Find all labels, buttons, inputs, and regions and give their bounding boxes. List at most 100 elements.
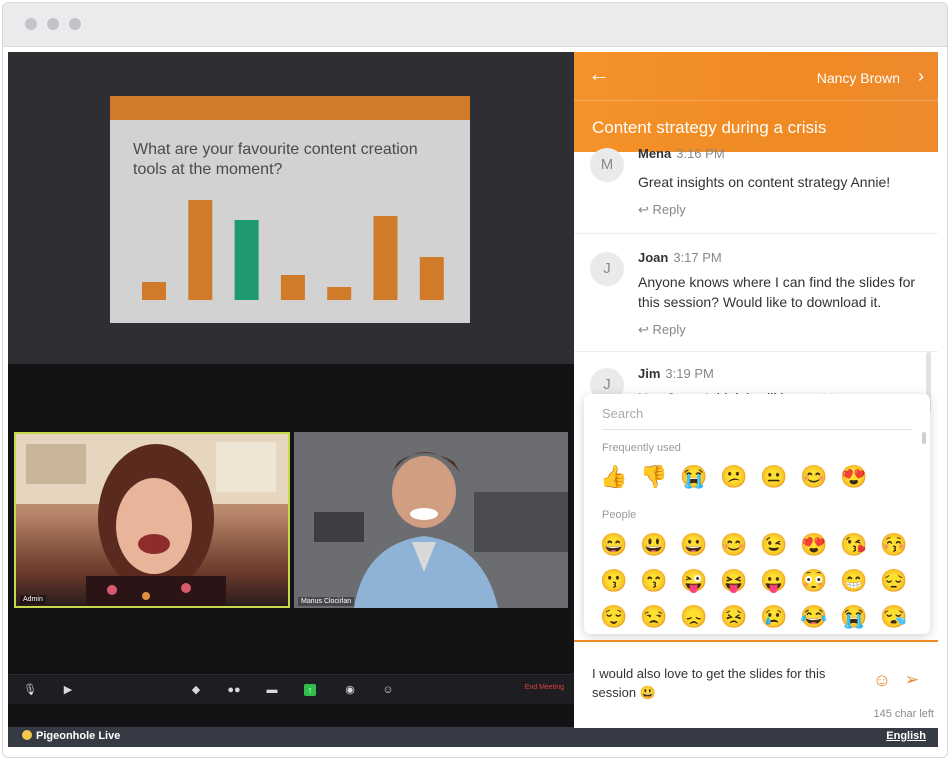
poll-bar [373, 216, 398, 300]
poll-bar [280, 275, 305, 300]
emoji-option[interactable]: 😊 [720, 530, 760, 560]
window-zoom-dot[interactable] [69, 18, 81, 30]
microphone-icon[interactable]: 🎙 [22, 682, 38, 698]
emoji-option[interactable]: 😢 [760, 602, 800, 632]
poll-bar [142, 282, 166, 300]
participant-name-label: Marius Clocirlan [298, 597, 355, 606]
host-name[interactable]: Nancy Brown [817, 70, 900, 86]
video-area: Admin Marius Clocirlan 🎙 ▶ ◆ ●● ▬ ↑ ◉ ☺ … [8, 364, 574, 728]
emoji-option[interactable]: 😞 [680, 602, 720, 632]
emoji-option[interactable]: 😁 [840, 566, 880, 596]
frequently-used-row: 👍 👎 😭 😕 😐 😊 😍 [600, 462, 880, 492]
security-shield-icon[interactable]: ◆ [188, 682, 204, 698]
chat-icon[interactable]: ▬ [264, 682, 280, 698]
send-icon[interactable]: ➢ [902, 670, 922, 690]
emoji-option[interactable]: 😝 [720, 566, 760, 596]
poll-slide: What are your favourite content creation… [110, 96, 470, 323]
emoji-option[interactable]: 😔 [880, 566, 920, 596]
emoji-option[interactable]: 😛 [760, 566, 800, 596]
pigeonhole-logo-icon [22, 730, 32, 740]
emoji-option[interactable]: 😭 [840, 602, 880, 632]
poll-bar [327, 287, 352, 300]
emoji-option[interactable]: 😃 [640, 530, 680, 560]
emoji-option[interactable]: 😌 [600, 602, 640, 632]
emoji-scrollbar[interactable] [922, 432, 926, 444]
emoji-option[interactable]: 😚 [880, 530, 920, 560]
brand[interactable]: Pigeonhole Live [22, 730, 120, 742]
author-name: Jim [638, 366, 661, 381]
emoji-option[interactable]: 😘 [840, 530, 880, 560]
participant-video-admin [16, 434, 288, 606]
brand-name: Pigeonhole Live [36, 730, 121, 742]
emoji-option[interactable]: 😊 [800, 462, 840, 492]
author-name: Mena [638, 146, 672, 161]
emoji-option[interactable]: 👎 [640, 462, 680, 492]
end-meeting-button[interactable]: End Meeting [525, 684, 564, 691]
people-row: 😄 😃 😀 😊 😉 😍 😘 😚 [600, 530, 920, 560]
reply-button[interactable]: ↩ Reply [638, 322, 686, 338]
bottom-bar: Pigeonhole Live English [8, 727, 938, 747]
window-minimize-dot[interactable] [47, 18, 59, 30]
message-input[interactable]: I would also love to get the slides for … [592, 664, 852, 702]
session-title: Content strategy during a crisis [592, 118, 827, 137]
message-author: Joan 3:17 PM [638, 250, 722, 265]
emoji-option[interactable]: 😳 [800, 566, 840, 596]
emoji-option[interactable]: 😪 [880, 602, 920, 632]
poll-bar [234, 220, 259, 300]
window-titlebar [3, 3, 947, 47]
message-item: M Mena 3:16 PM Great insights on content … [574, 142, 938, 234]
language-link[interactable]: English [886, 730, 926, 742]
share-screen-icon[interactable]: ↑ [304, 684, 316, 696]
emoji-option[interactable]: 😗 [600, 566, 640, 596]
message-author: Jim 3:19 PM [638, 366, 714, 381]
emoji-option[interactable]: 😍 [840, 462, 880, 492]
participants-icon[interactable]: ●● [226, 682, 242, 698]
emoji-option[interactable]: 👍 [600, 462, 640, 492]
header-divider [574, 100, 938, 101]
window-close-dot[interactable] [25, 18, 37, 30]
message-text: Great insights on content strategy Annie… [638, 174, 891, 190]
message-item: J Joan 3:17 PM Anyone knows where I can f… [574, 234, 938, 352]
message-time: 3:19 PM [665, 366, 714, 381]
emoji-option[interactable]: 😄 [600, 530, 640, 560]
emoji-option[interactable]: 😣 [720, 602, 760, 632]
avatar: J [590, 252, 624, 286]
poll-bar [188, 200, 213, 300]
emoji-option[interactable]: 😜 [680, 566, 720, 596]
emoji-picker-icon[interactable]: ☺ [872, 670, 892, 690]
char-counter: 145 char left [873, 708, 934, 720]
video-tile-marius[interactable]: Marius Clocirlan [294, 432, 568, 608]
message-list: M Mena 3:16 PM Great insights on content … [574, 146, 938, 406]
reactions-icon[interactable]: ☺ [380, 682, 396, 698]
reply-label: Reply [652, 322, 686, 337]
emoji-search-input[interactable]: Search [602, 406, 912, 430]
poll-bar-chart [142, 200, 444, 300]
emoji-option[interactable]: 😉 [760, 530, 800, 560]
qna-panel: ← Nancy Brown › Content strategy during … [574, 52, 938, 728]
frequently-used-label: Frequently used [602, 442, 681, 454]
people-label: People [602, 509, 637, 521]
record-icon[interactable]: ◉ [342, 682, 358, 698]
participant-name-label: Admin [20, 595, 46, 604]
message-time: 3:16 PM [676, 146, 725, 161]
emoji-option[interactable]: 😐 [760, 462, 800, 492]
emoji-option[interactable]: 😍 [800, 530, 840, 560]
emoji-option[interactable]: 😭 [680, 462, 720, 492]
slide-area: What are your favourite content creation… [8, 52, 574, 362]
message-time: 3:17 PM [673, 250, 722, 265]
message-text: Anyone knows where I can find the slides… [638, 274, 916, 310]
emoji-option[interactable]: 😕 [720, 462, 760, 492]
back-arrow-icon[interactable]: ← [588, 63, 610, 85]
video-camera-icon[interactable]: ▶ [60, 682, 76, 698]
people-row: 😌 😒 😞 😣 😢 😂 😭 😪 [600, 602, 920, 632]
reply-button[interactable]: ↩ Reply [638, 202, 686, 218]
emoji-option[interactable]: 😂 [800, 602, 840, 632]
emoji-option[interactable]: 😀 [680, 530, 720, 560]
meeting-controls: 🎙 ▶ ◆ ●● ▬ ↑ ◉ ☺ End Meeting [8, 674, 574, 704]
avatar: M [590, 148, 624, 182]
chevron-right-icon[interactable]: › [918, 66, 924, 87]
emoji-option[interactable]: 😒 [640, 602, 680, 632]
video-tile-admin[interactable]: Admin [14, 432, 290, 608]
emoji-option[interactable]: 😙 [640, 566, 680, 596]
message-author: Mena 3:16 PM [638, 146, 725, 161]
